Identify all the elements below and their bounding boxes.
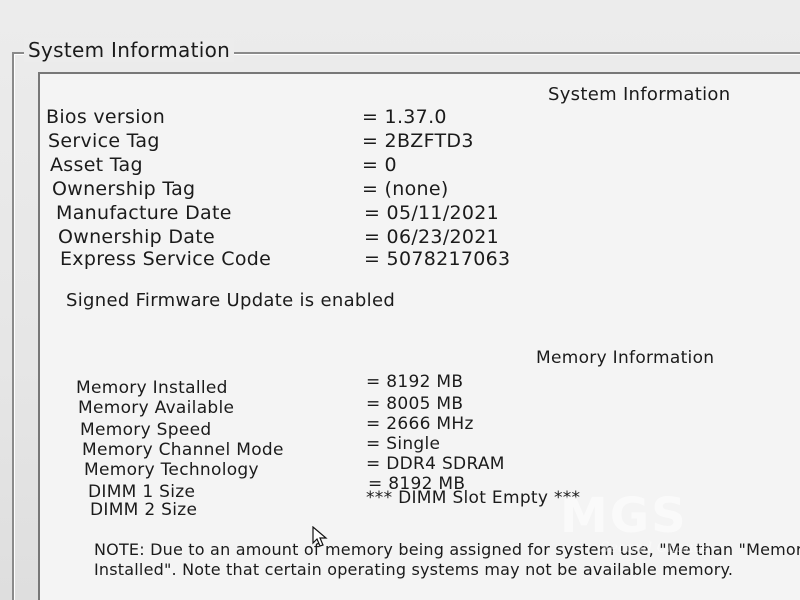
row-value: = Single xyxy=(366,434,441,454)
row-value: = DDR4 SDRAM xyxy=(366,454,505,474)
row-label: Express Service Code xyxy=(60,248,272,270)
firmware-status: Signed Firmware Update is enabled xyxy=(66,290,396,311)
memory-row-channel-mode: Memory Channel Mode = Single xyxy=(82,434,440,460)
group-title: System Information xyxy=(24,38,235,62)
row-value: *** DIMM Slot Empty *** xyxy=(366,488,581,508)
memory-note: NOTE: Due to an amount of memory being a… xyxy=(94,540,800,579)
system-row-express-service-code: Express Service Code = 5078217063 xyxy=(60,248,510,270)
memory-row-dimm1-size: DIMM 1 Size = 8192 MB xyxy=(88,474,465,502)
row-label: Memory Available xyxy=(78,398,235,418)
memory-row-dimm2-size: DIMM 2 Size *** DIMM Slot Empty *** xyxy=(90,488,580,520)
row-label: Ownership Tag xyxy=(52,178,196,200)
row-value: = 1.37.0 xyxy=(362,106,447,128)
row-label: Memory Technology xyxy=(84,460,259,480)
row-label: DIMM 1 Size xyxy=(88,482,196,502)
system-row-ownership-tag: Ownership Tag = (none) xyxy=(52,178,448,200)
row-value: = 06/23/2021 xyxy=(364,226,500,248)
system-row-asset-tag: Asset Tag = 0 xyxy=(50,154,397,176)
row-value: = 8005 MB xyxy=(366,394,464,414)
row-label: Ownership Date xyxy=(58,226,215,248)
system-row-ownership-date: Ownership Date = 06/23/2021 xyxy=(58,226,499,248)
memory-row-installed: Memory Installed = 8192 MB xyxy=(76,372,463,398)
memory-info-heading: Memory Information xyxy=(536,348,715,368)
row-value: = 8192 MB xyxy=(366,372,464,392)
bios-screen: System Information System Information Bi… xyxy=(0,0,800,600)
row-label: Memory Channel Mode xyxy=(82,440,284,460)
row-value: = 0 xyxy=(362,154,397,176)
row-value: = (none) xyxy=(362,178,449,200)
row-label: Service Tag xyxy=(48,130,160,152)
row-label: Memory Installed xyxy=(76,378,228,398)
memory-row-technology: Memory Technology = DDR4 SDRAM xyxy=(84,454,504,480)
system-row-manufacture-date: Manufacture Date = 05/11/2021 xyxy=(56,202,499,224)
row-value: = 5078217063 xyxy=(364,248,511,270)
memory-row-available: Memory Available = 8005 MB xyxy=(78,394,463,418)
row-label: Bios version xyxy=(46,106,166,128)
row-value: = 2666 MHz xyxy=(366,414,474,434)
system-row-service-tag: Service Tag = 2BZFTD3 xyxy=(48,130,473,152)
row-label: Asset Tag xyxy=(50,154,143,176)
row-label: Memory Speed xyxy=(80,420,212,440)
memory-row-speed: Memory Speed = 2666 MHz xyxy=(80,414,473,440)
row-value: = 05/11/2021 xyxy=(364,202,500,224)
system-info-heading: System Information xyxy=(548,84,731,105)
row-value: = 2BZFTD3 xyxy=(362,130,474,152)
row-label: Manufacture Date xyxy=(56,202,232,224)
mouse-pointer-icon xyxy=(312,526,328,547)
row-label: DIMM 2 Size xyxy=(90,500,198,520)
system-row-bios: Bios version = 1.37.0 xyxy=(46,106,446,128)
